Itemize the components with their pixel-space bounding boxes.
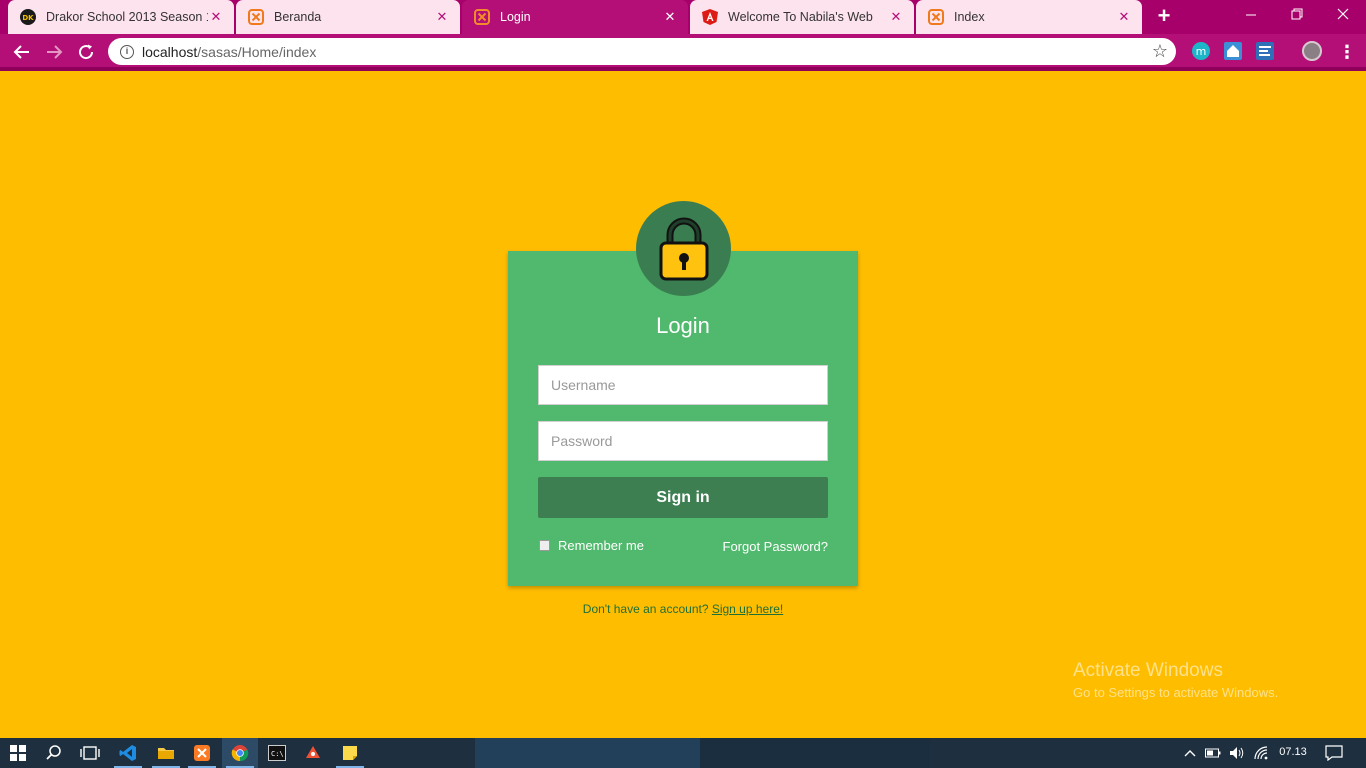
file-explorer-icon[interactable] [148,738,184,768]
close-icon [1337,8,1349,20]
sign-in-button[interactable]: Sign in [538,477,828,518]
remember-me[interactable]: Remember me [539,538,644,553]
close-window-button[interactable] [1320,0,1366,30]
task-view-icon[interactable] [72,738,108,768]
restore-button[interactable] [1274,0,1320,30]
new-tab-button[interactable]: + [1152,5,1176,29]
remember-me-label: Remember me [558,538,644,553]
tab-title: Beranda [274,10,322,24]
svg-text:m: m [1196,45,1207,58]
taskbar-band [700,738,930,768]
login-card [508,251,858,586]
tab-title: Login [500,10,531,24]
reload-button[interactable] [74,40,98,64]
remember-me-checkbox[interactable] [539,540,550,551]
back-button[interactable] [10,40,34,64]
wifi-icon[interactable] [1251,738,1271,768]
vscode-icon[interactable] [110,738,146,768]
arrow-right-icon [47,45,63,59]
extension-m-icon[interactable]: m [1192,42,1210,60]
minimize-button[interactable] [1228,0,1274,30]
profile-avatar[interactable] [1302,41,1322,61]
browser-tab-index[interactable]: Index ✕ [916,0,1142,34]
password-input[interactable] [538,421,828,461]
login-avatar [636,201,731,296]
reload-icon [79,44,94,60]
minimize-icon [1246,14,1256,16]
browser-tab-nabila[interactable]: Welcome To Nabila's Web ✕ [690,0,914,34]
browser-toolbar: i localhost/sasas/Home/index ☆ m ⋮ [0,34,1366,71]
browser-tab-drakor[interactable]: DK Drakor School 2013 Season 1 ( ✕ [8,0,234,34]
browser-tab-beranda[interactable]: Beranda ✕ [236,0,460,34]
arrow-left-icon [13,45,29,59]
sticky-notes-icon[interactable] [332,738,368,768]
signup-link[interactable]: Sign up here! [712,602,783,616]
show-hidden-icons-icon[interactable] [1180,738,1200,768]
drakor-icon: DK [20,9,36,25]
tab-title: Drakor School 2013 Season 1 ( [46,10,208,24]
cmd-icon[interactable]: C:\ [259,738,295,768]
menu-icon[interactable]: ⋮ [1338,40,1356,64]
svg-text:C:\: C:\ [271,750,284,758]
signup-row: Don't have an account? Sign up here! [508,602,858,616]
taskbar-band [475,738,700,768]
tab-title: Welcome To Nabila's Web [728,10,873,24]
extension-home-icon[interactable] [1224,42,1242,60]
extension-reader-icon[interactable] [1256,42,1274,60]
close-tab-icon[interactable]: ✕ [434,9,450,25]
close-tab-icon[interactable]: ✕ [662,9,678,25]
url-path: /sasas/Home/index [197,43,317,60]
svg-text:DK: DK [22,14,34,22]
search-icon[interactable] [36,738,72,768]
xampp-icon [928,9,944,25]
login-title: Login [656,313,710,338]
volume-icon[interactable] [1227,738,1247,768]
forward-button[interactable] [42,40,66,64]
xampp-icon[interactable] [184,738,220,768]
no-account-text: Don't have an account? [582,602,712,616]
username-input[interactable] [538,365,828,405]
battery-icon[interactable] [1203,738,1223,768]
close-tab-icon[interactable]: ✕ [208,9,224,25]
chrome-icon[interactable] [222,738,258,768]
notifications-icon[interactable] [1322,738,1346,768]
close-tab-icon[interactable]: ✕ [888,9,904,25]
xampp-icon [474,9,490,25]
windows-start-icon[interactable] [0,738,36,768]
forgot-password-link[interactable]: Forgot Password? [700,539,829,554]
tab-title: Index [954,10,985,24]
bookmark-star-icon[interactable]: ☆ [1152,41,1168,62]
watermark-subtitle: Go to Settings to activate Windows. [1073,685,1279,700]
address-bar[interactable]: i localhost/sasas/Home/index ☆ [108,38,1176,65]
info-icon[interactable]: i [120,44,134,59]
taskbar: C:\ 07.13 [0,738,1366,768]
close-tab-icon[interactable]: ✕ [1116,9,1132,25]
browser-tab-login[interactable]: Login ✕ [462,0,688,34]
padlock-icon [659,217,708,280]
git-icon[interactable] [295,738,331,768]
angular-icon [702,9,718,25]
watermark-title: Activate Windows [1073,660,1223,681]
activate-windows-watermark: Activate Windows Go to Settings to activ… [1073,660,1278,700]
restore-icon [1291,8,1303,20]
xampp-icon [248,9,264,25]
taskbar-clock[interactable]: 07.13 [1270,746,1316,758]
url-host: localhost [142,43,198,60]
tab-strip: DK Drakor School 2013 Season 1 ( ✕ Beran… [0,0,1366,34]
